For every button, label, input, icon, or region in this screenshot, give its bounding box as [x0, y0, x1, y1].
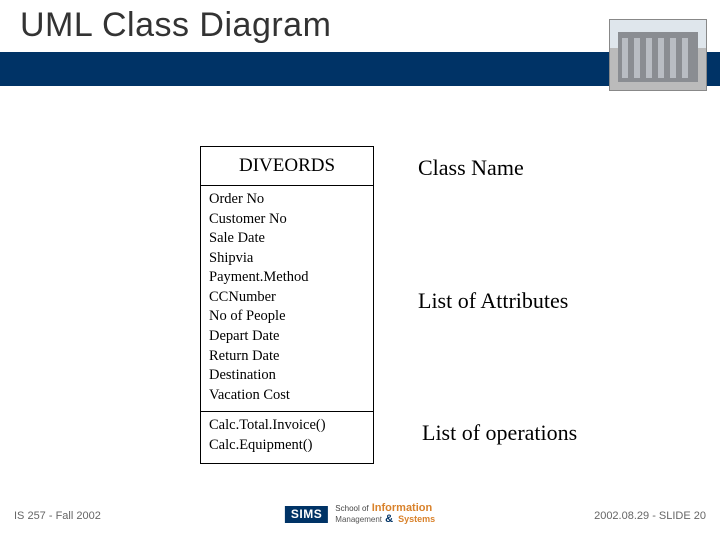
footer-date-slide: 2002.08.29 - SLIDE 20: [594, 510, 706, 522]
footer-course: IS 257 - Fall 2002: [14, 510, 101, 522]
uml-attribute: Destination: [209, 366, 365, 386]
logo-line1: School of: [335, 504, 368, 513]
decorative-photo: [610, 20, 706, 90]
annotation-operations: List of operations: [422, 420, 577, 446]
uml-attribute: Return Date: [209, 347, 365, 367]
logo-management: Management: [335, 515, 382, 524]
uml-attribute: No of People: [209, 307, 365, 327]
uml-operation: Calc.Equipment(): [209, 436, 365, 456]
uml-attribute: Customer No: [209, 210, 365, 230]
uml-attribute: Shipvia: [209, 249, 365, 269]
uml-attribute: Payment.Method: [209, 268, 365, 288]
uml-operation: Calc.Total.Invoice(): [209, 416, 365, 436]
uml-class-name: DIVEORDS: [201, 147, 373, 186]
annotation-attributes: List of Attributes: [418, 288, 568, 314]
sims-logo-box: SIMS: [285, 506, 328, 523]
uml-operations: Calc.Total.Invoice() Calc.Equipment(): [201, 412, 373, 463]
uml-attribute: Depart Date: [209, 327, 365, 347]
uml-attribute: Vacation Cost: [209, 386, 365, 406]
slide-title: UML Class Diagram: [20, 6, 331, 45]
uml-attributes: Order No Customer No Sale Date Shipvia P…: [201, 186, 373, 412]
uml-attribute: Sale Date: [209, 229, 365, 249]
sims-logo-text: School of Information Management & Syste…: [335, 503, 435, 526]
logo-ampersand: &: [385, 513, 393, 525]
sims-logo: SIMS School of Information Management & …: [285, 503, 435, 526]
uml-attribute: Order No: [209, 190, 365, 210]
logo-systems: Systems: [398, 514, 435, 524]
uml-class-box: DIVEORDS Order No Customer No Sale Date …: [200, 146, 374, 464]
uml-attribute: CCNumber: [209, 288, 365, 308]
logo-information: Information: [372, 502, 433, 514]
annotation-class-name: Class Name: [418, 155, 524, 181]
